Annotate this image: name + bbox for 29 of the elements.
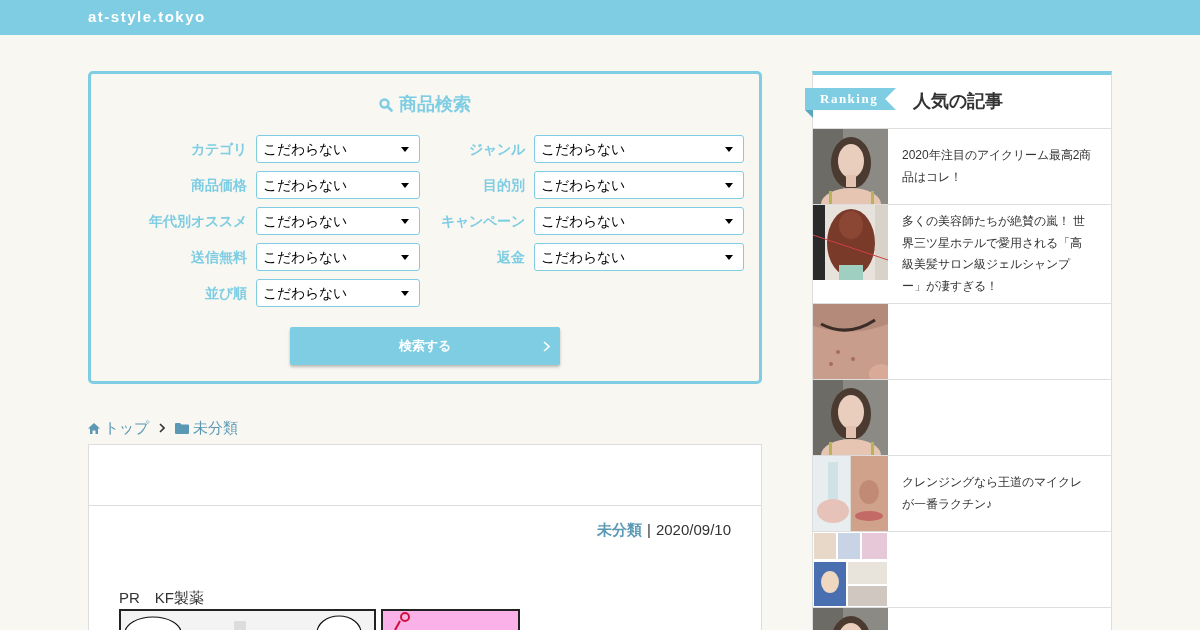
field-label: キャンペーン [440, 211, 525, 231]
ranking-badge: Ranking [805, 88, 896, 110]
article-title: 多くの美容師たちが絶賛の嵐！ 世界三ツ星ホテルで愛用される「高級美髪サロン級ジェルシャンプー」が凄すぎる！ [901, 213, 1087, 295]
ranking-title: 人気の記事 [913, 90, 1003, 113]
field-label: 目的別 [482, 175, 525, 195]
article-title: クレンジングなら王道のマイクレが一番ラクチン♪ [901, 474, 1083, 513]
field-label: カテゴリ [190, 139, 247, 159]
select-field[interactable]: こだわらない [256, 207, 420, 235]
ranking-item[interactable]: クレンジングなら王道のマイクレが一番ラクチン♪ [813, 456, 1111, 533]
field-label: 並び順 [204, 283, 247, 303]
field-label: 商品価格 [190, 175, 247, 195]
select-field[interactable]: こだわらない [534, 207, 744, 235]
select-field[interactable]: こだわらない [534, 243, 744, 271]
post-date: 2020/09/10 [655, 520, 731, 540]
field-label: 年代別オススメ [148, 211, 247, 231]
select-field[interactable]: こだわらない [256, 279, 420, 307]
field-label: ジャンル [468, 139, 525, 159]
separator: | [647, 520, 651, 540]
select-field[interactable]: こだわらない [256, 135, 420, 163]
search-title: 商品検索 [399, 93, 471, 116]
article-title: 2020年注目のアイクリーム最高2商品はコレ！ [901, 146, 1093, 186]
select-field[interactable]: こだわらない [534, 171, 744, 199]
select-field[interactable]: こだわらない [256, 171, 420, 199]
ranking-item[interactable]: 多くの美容師たちが絶賛の嵐！ 世界三ツ星ホテルで愛用される「高級美髪サロン級ジェルシャンプー」が凄すぎる！ [813, 205, 1111, 305]
field-label: 送信無料 [190, 247, 247, 267]
article-lead: PR KF製薬 [119, 587, 205, 608]
field-label: 返金 [496, 247, 525, 267]
select-field[interactable]: こだわらない [534, 135, 744, 163]
select-field[interactable]: こだわらない [256, 243, 420, 271]
